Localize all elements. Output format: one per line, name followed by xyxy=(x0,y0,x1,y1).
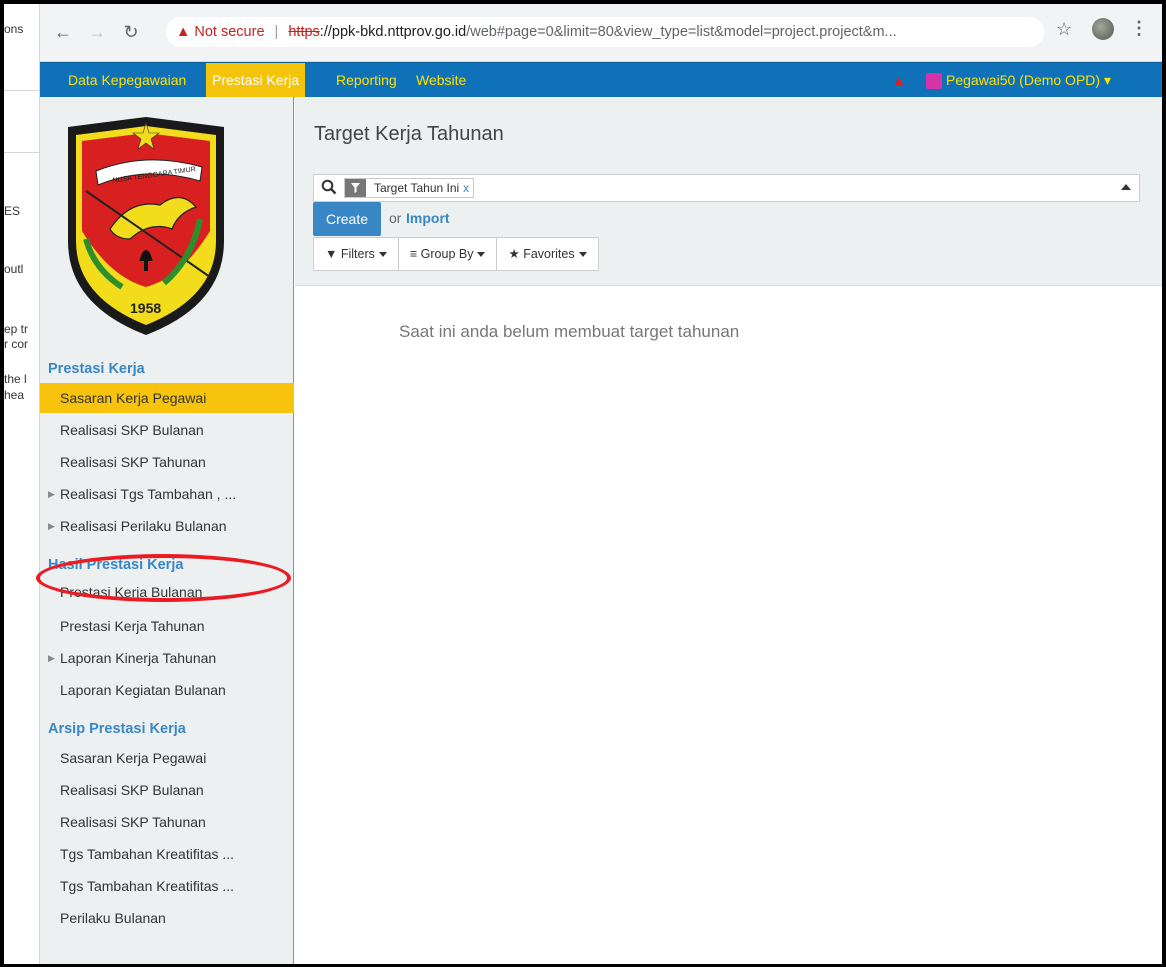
annotation-ellipse xyxy=(36,554,291,602)
topnav-prestasi-kerja[interactable]: Prestasi Kerja xyxy=(206,63,306,98)
sliver-text: outl xyxy=(4,262,24,276)
screenshot-frame: ons ES outl ep tr r cor the l hea ← → ↻ … xyxy=(4,4,1162,964)
profile-avatar[interactable] xyxy=(1092,18,1114,40)
sidebar-item-sasaran-kerja-pegawai[interactable]: Sasaran Kerja Pegawai xyxy=(40,383,294,413)
empty-state-message: Saat ini anda belum membuat target tahun… xyxy=(399,322,740,341)
filters-button[interactable]: ▼ Filters xyxy=(313,237,399,271)
sidebar-item-arsip-tgs-tambahan-2[interactable]: Tgs Tambahan Kreatifitas ... xyxy=(40,871,294,901)
create-button[interactable]: Create xyxy=(313,202,381,236)
bookmark-star-icon[interactable]: ☆ xyxy=(1056,19,1072,40)
caret-right-icon: ▶ xyxy=(48,489,55,499)
sidebar-item-realisasi-skp-tahunan[interactable]: Realisasi SKP Tahunan xyxy=(40,447,294,477)
alert-icon[interactable]: ▲ xyxy=(892,72,906,88)
back-icon[interactable]: ← xyxy=(52,20,74,44)
menu-kebab-icon[interactable]: ⋮ xyxy=(1130,18,1148,39)
top-navbar: Data Kepegawaian Prestasi Kerja Reportin… xyxy=(40,62,1162,98)
security-label[interactable]: Not secure xyxy=(194,24,264,40)
search-options-group: ▼ Filters ≡ Group By ★ Favorites xyxy=(313,237,599,271)
sidebar-item-laporan-kinerja-tahunan[interactable]: ▶ Laporan Kinerja Tahunan xyxy=(40,643,294,673)
topnav-reporting[interactable]: Reporting xyxy=(330,63,403,98)
divider xyxy=(4,152,39,153)
favorites-button[interactable]: ★ Favorites xyxy=(496,237,599,271)
caret-down-icon xyxy=(477,252,486,258)
star-icon: ★ xyxy=(508,247,520,261)
page-title: Target Kerja Tahunan xyxy=(314,123,504,145)
sidebar-item-label: Laporan Kinerja Tahunan xyxy=(60,650,217,666)
sidebar-item-label: Realisasi SKP Tahunan xyxy=(60,814,206,830)
sliver-text: the l xyxy=(4,372,27,386)
caret-down-icon xyxy=(378,252,387,258)
sidebar-item-label: Realisasi Tgs Tambahan , ... xyxy=(60,486,237,502)
filter-icon: ▼ xyxy=(325,247,338,261)
sidebar-item-label: Tgs Tambahan Kreatifitas ... xyxy=(60,878,235,894)
caret-down-icon xyxy=(578,252,587,258)
user-name: Pegawai50 (Demo OPD) xyxy=(946,72,1101,88)
user-menu[interactable]: Pegawai50 (Demo OPD) ▾ xyxy=(946,63,1111,98)
sidebar-item-label: Sasaran Kerja Pegawai xyxy=(60,390,207,406)
sidebar-item-label: Sasaran Kerja Pegawai xyxy=(60,750,207,766)
sliver-text: ep tr xyxy=(4,322,29,336)
bars-icon: ≡ xyxy=(409,247,418,261)
sidebar-item-label: Realisasi Perilaku Bulanan xyxy=(60,518,227,534)
topnav-data-kepegawaian[interactable]: Data Kepegawaian xyxy=(62,63,192,98)
import-link[interactable]: Import xyxy=(406,210,450,226)
sidebar-item-laporan-kegiatan-bulanan[interactable]: Laporan Kegiatan Bulanan xyxy=(40,675,294,705)
address-bar[interactable]: ▲ Not secure | https://ppk-bkd.nttprov.g… xyxy=(166,17,1044,47)
sliver-text: ons xyxy=(4,22,24,36)
caret-right-icon: ▶ xyxy=(48,521,55,531)
ntt-emblem-logo: NUSA TENGGARA TIMUR 1958 xyxy=(68,117,224,335)
topnav-website[interactable]: Website xyxy=(410,63,472,98)
filter-icon xyxy=(345,179,366,197)
warning-icon: ▲ xyxy=(176,24,191,40)
sidebar-item-realisasi-skp-bulanan[interactable]: Realisasi SKP Bulanan xyxy=(40,415,294,445)
sidebar-section-prestasi-kerja: Prestasi Kerja xyxy=(48,361,145,377)
sidebar-item-realisasi-perilaku-bulanan[interactable]: ▶ Realisasi Perilaku Bulanan xyxy=(40,511,294,541)
facet-remove-icon[interactable]: x xyxy=(463,181,469,195)
group-by-button[interactable]: ≡ Group By xyxy=(397,237,498,271)
url-scheme: https xyxy=(288,24,320,40)
sidebar-item-label: Tgs Tambahan Kreatifitas ... xyxy=(60,846,235,862)
separator: | xyxy=(274,24,279,40)
search-input[interactable]: Target Tahun Ini x xyxy=(313,174,1140,202)
sliver-text: r cor xyxy=(4,337,28,351)
logo-year: 1958 xyxy=(130,300,161,316)
search-facet[interactable]: Target Tahun Ini x xyxy=(344,178,475,198)
forward-icon[interactable]: → xyxy=(86,20,108,44)
sidebar-item-label: Perilaku Bulanan xyxy=(60,910,166,926)
sidebar-section-arsip-prestasi-kerja: Arsip Prestasi Kerja xyxy=(48,721,186,737)
divider xyxy=(4,90,39,91)
sidebar-item-arsip-tgs-tambahan-1[interactable]: Tgs Tambahan Kreatifitas ... xyxy=(40,839,294,869)
browser-toolbar: ← → ↻ ▲ Not secure | https://ppk-bkd.ntt… xyxy=(40,4,1162,62)
sidebar-item-label: Laporan Kegiatan Bulanan xyxy=(60,682,226,698)
search-icon[interactable] xyxy=(321,179,337,195)
sidebar-item-label: Prestasi Kerja Tahunan xyxy=(60,618,205,634)
sidebar-item-arsip-realisasi-skp-bulanan[interactable]: Realisasi SKP Bulanan xyxy=(40,775,294,805)
sidebar-item-label: Realisasi SKP Bulanan xyxy=(60,782,204,798)
filters-label: Filters xyxy=(340,247,375,261)
background-window-sliver: ons ES outl ep tr r cor the l hea xyxy=(4,4,40,964)
sidebar-item-realisasi-tgs-tambahan[interactable]: ▶ Realisasi Tgs Tambahan , ... xyxy=(40,479,294,509)
sliver-text: hea xyxy=(4,388,25,402)
sliver-text: ES xyxy=(4,204,21,218)
sidebar-item-label: Realisasi SKP Tahunan xyxy=(60,454,206,470)
reload-icon[interactable]: ↻ xyxy=(120,20,142,44)
groupby-label: Group By xyxy=(420,247,474,261)
control-panel: Target Kerja Tahunan Target Tahun Ini x C… xyxy=(295,97,1162,286)
chevron-down-icon: ▾ xyxy=(1103,72,1111,88)
sidebar: NUSA TENGGARA TIMUR 1958 Prestasi Kerja … xyxy=(40,97,294,964)
sidebar-item-arsip-realisasi-skp-tahunan[interactable]: Realisasi SKP Tahunan xyxy=(40,807,294,837)
favorites-label: Favorites xyxy=(523,247,575,261)
facet-label: Target Tahun Ini xyxy=(374,181,460,195)
sidebar-item-arsip-sasaran-kerja-pegawai[interactable]: Sasaran Kerja Pegawai xyxy=(40,743,294,773)
search-options-toggle-icon[interactable] xyxy=(1121,184,1131,190)
sidebar-item-label: Realisasi SKP Bulanan xyxy=(60,422,204,438)
sidebar-item-arsip-perilaku-bulanan[interactable]: Perilaku Bulanan xyxy=(40,903,294,933)
user-avatar[interactable] xyxy=(926,73,942,89)
sidebar-item-prestasi-kerja-tahunan[interactable]: Prestasi Kerja Tahunan xyxy=(40,611,294,641)
caret-right-icon: ▶ xyxy=(48,653,55,663)
url-path: /web#page=0&limit=80&view_type=list&mode… xyxy=(466,24,897,40)
url-host: ://ppk-bkd.nttprov.go.id xyxy=(319,24,467,40)
or-text: or xyxy=(389,210,402,226)
